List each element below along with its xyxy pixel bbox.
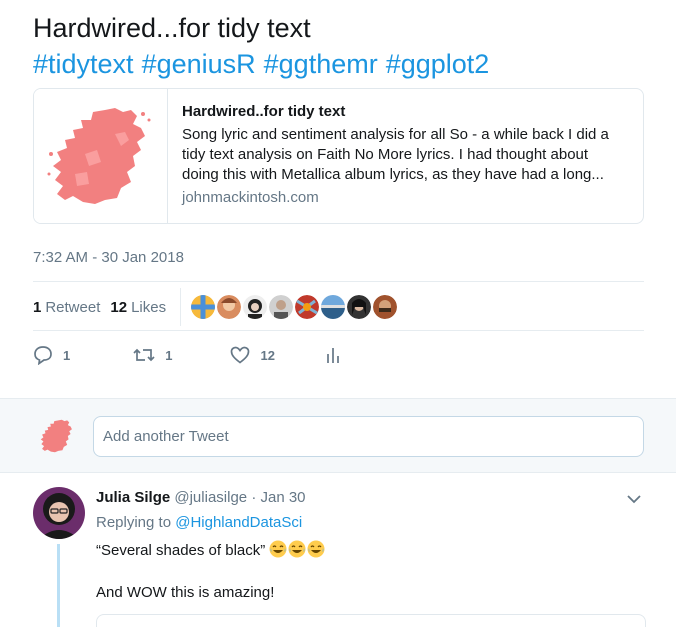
- replying-to-prefix: Replying to: [96, 514, 172, 531]
- tweet-timestamp[interactable]: 7:32 AM - 30 Jan 2018: [33, 249, 184, 266]
- tweet-text: Hardwired...for tidy text #tidytext #geni…: [33, 10, 653, 82]
- hashtag-ggthemr[interactable]: #ggthemr: [264, 49, 378, 79]
- scotland-map-icon: [40, 419, 72, 453]
- tweet-title: Hardwired...for tidy text: [33, 13, 311, 43]
- reply-text: “Several shades of black”: [96, 540, 326, 559]
- avatar[interactable]: [243, 295, 268, 319]
- reply-date[interactable]: Jan 30: [260, 489, 305, 506]
- analytics-icon: [327, 348, 339, 363]
- add-tweet-input[interactable]: Add another Tweet: [93, 416, 644, 457]
- avatar[interactable]: [217, 295, 242, 319]
- likes-label: Likes: [131, 298, 167, 316]
- card-thumbnail: [34, 89, 168, 223]
- tweet-stats: 1 Retweet 12 Likes: [33, 288, 399, 326]
- heart-icon: [231, 346, 250, 364]
- card-domain: johnmackintosh.com: [182, 189, 319, 206]
- reply-text-line2: And WOW this is amazing!: [96, 584, 275, 601]
- avatar[interactable]: [269, 295, 294, 319]
- card-body: Hardwired..for tidy text Song lyric and …: [168, 89, 643, 223]
- retweet-icon: [133, 348, 155, 362]
- card-description: Song lyric and sentiment analysis for al…: [182, 126, 609, 183]
- replying-to-link[interactable]: @HighlandDataSci: [175, 514, 302, 531]
- avatar[interactable]: [347, 295, 372, 319]
- divider: [33, 330, 644, 331]
- chevron-down-icon: [627, 495, 641, 504]
- retweets-label: Retweet: [45, 298, 101, 316]
- retweets-count: 1: [33, 298, 42, 316]
- reply-author-name[interactable]: Julia Silge: [96, 489, 170, 506]
- avatar[interactable]: [373, 295, 398, 319]
- hashtag-tidytext[interactable]: #tidytext: [33, 49, 134, 79]
- like-count: 12: [260, 347, 275, 363]
- card-title: Hardwired..for tidy text: [182, 103, 346, 120]
- avatar[interactable]: [295, 295, 320, 319]
- analytics-button[interactable]: [326, 346, 340, 364]
- avatar[interactable]: [321, 295, 346, 319]
- laughing-emoji-icon: [269, 540, 326, 559]
- user-avatar: [38, 417, 76, 455]
- hashtag-ggplot2[interactable]: #ggplot2: [386, 49, 490, 79]
- reply-text-body: “Several shades of black”: [96, 542, 266, 559]
- reply-card-preview[interactable]: [96, 614, 646, 627]
- reply-header: Julia Silge @juliasilge · Jan 30: [96, 489, 306, 506]
- retweet-count: 1: [165, 347, 173, 363]
- hashtag-geniusr[interactable]: #geniusR: [142, 49, 256, 79]
- reply-icon: [34, 346, 52, 365]
- reply-composer: Add another Tweet: [0, 398, 676, 473]
- scotland-map-icon: [47, 108, 150, 204]
- replying-to: Replying to @HighlandDataSci: [96, 514, 302, 531]
- likers-avatars: [180, 288, 399, 326]
- link-card[interactable]: Hardwired..for tidy text Song lyric and …: [33, 88, 644, 224]
- retweets-stat[interactable]: 1 Retweet: [33, 299, 100, 316]
- reply-tweet[interactable]: Julia Silge @juliasilge · Jan 30 Replyin…: [0, 474, 676, 627]
- like-button[interactable]: 12: [230, 346, 275, 364]
- tweet-actions: 1 1 12: [33, 345, 340, 365]
- likes-stat[interactable]: 12 Likes: [110, 299, 166, 316]
- thread-line: [57, 544, 60, 627]
- separator-dot: ·: [251, 489, 257, 506]
- likes-count: 12: [110, 298, 128, 316]
- avatar[interactable]: [191, 295, 216, 319]
- avatar[interactable]: [33, 487, 85, 539]
- reply-button[interactable]: 1: [33, 345, 70, 365]
- divider: [33, 281, 644, 282]
- tweet-menu-button[interactable]: [626, 492, 642, 510]
- reply-count: 1: [63, 347, 71, 363]
- reply-author-handle[interactable]: @juliasilge: [174, 489, 247, 506]
- retweet-button[interactable]: 1: [133, 345, 172, 365]
- hashtag-list: #tidytext #geniusR #ggthemr #ggplot2: [33, 46, 653, 82]
